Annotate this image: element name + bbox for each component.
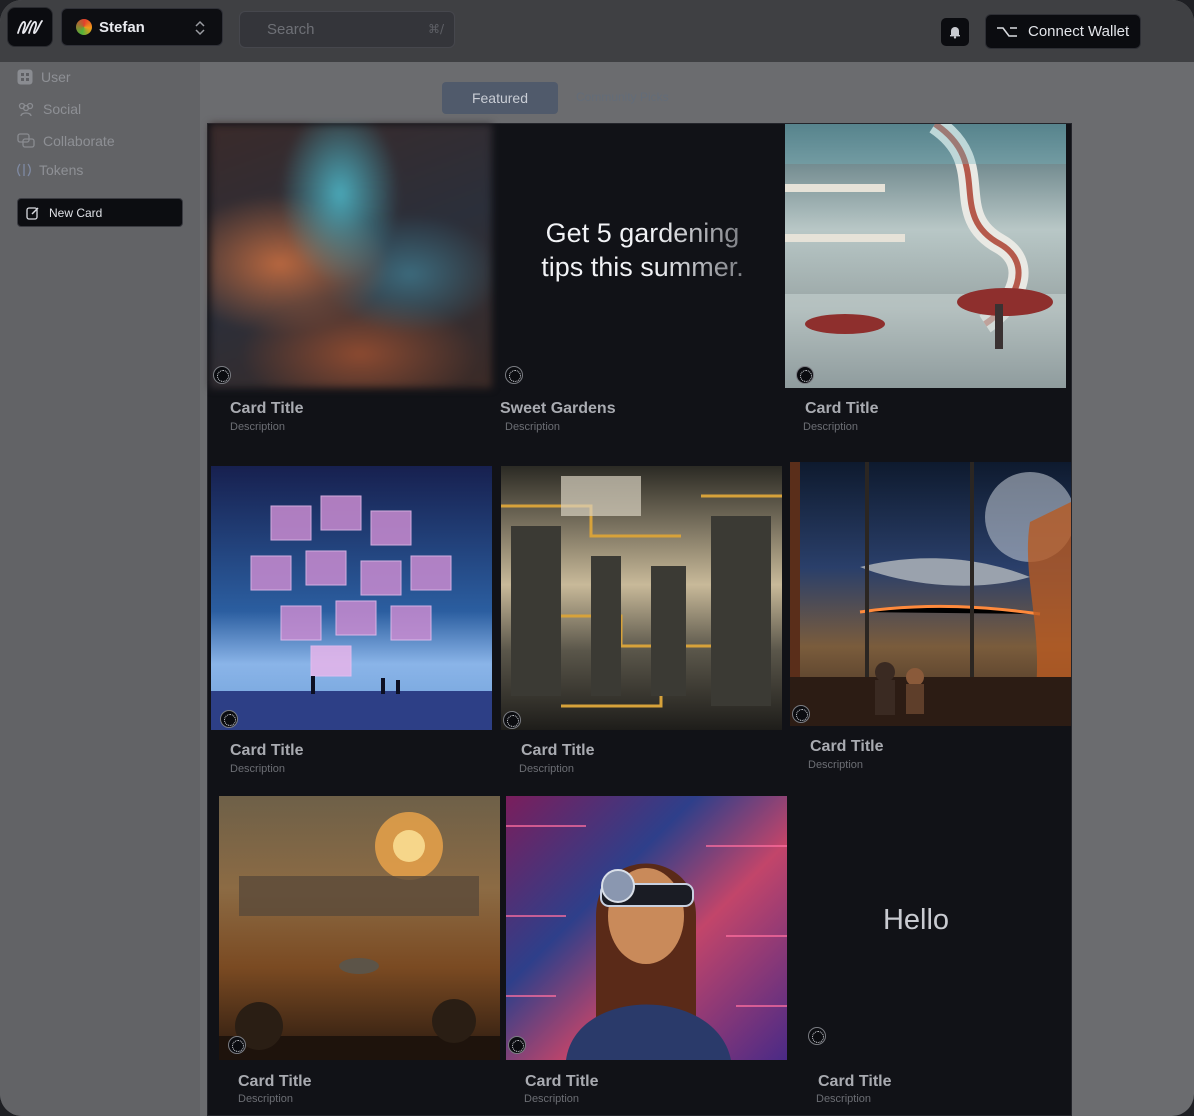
- card-description: Description: [230, 763, 286, 775]
- card-description: Description: [519, 763, 575, 775]
- creator-badge-icon: [792, 705, 810, 723]
- card-title: Sweet Gardens: [500, 400, 616, 417]
- card-title: Card Title: [230, 742, 304, 759]
- tab-featured-label: Featured: [471, 90, 529, 106]
- tokens-icon: [17, 163, 31, 177]
- creator-badge-icon: [228, 1036, 246, 1054]
- sidebar-item-user[interactable]: User: [17, 66, 71, 88]
- card-overlay-text: Get 5 gardening tips this summer.: [530, 216, 755, 284]
- card-image: [210, 124, 492, 388]
- card[interactable]: Card Title Description: [208, 466, 498, 796]
- search-shortcut: ⌘/: [427, 22, 444, 36]
- option-key-icon: [997, 26, 1017, 37]
- sidebar-item-label: Tokens: [39, 162, 84, 178]
- creator-badge-icon: [503, 711, 521, 729]
- logo-icon: [17, 20, 43, 34]
- tab-secondary[interactable]: Community Picks: [576, 90, 688, 106]
- card-image: [501, 466, 782, 730]
- card[interactable]: Get 5 gardening tips this summer. Sweet …: [500, 124, 785, 464]
- card-description: Description: [505, 421, 561, 433]
- card-description: Description: [230, 421, 286, 433]
- account-avatar: [76, 19, 92, 35]
- card-description: Description: [808, 759, 864, 771]
- card[interactable]: Card Title Description: [790, 462, 1072, 796]
- grid-icon: [17, 69, 33, 85]
- connect-wallet-button[interactable]: Connect Wallet: [985, 14, 1141, 49]
- creator-badge-icon: [213, 366, 231, 384]
- card-title: Card Title: [238, 1073, 312, 1090]
- sidebar-item-tokens[interactable]: Tokens: [17, 159, 83, 181]
- tab-featured[interactable]: Featured: [442, 82, 558, 114]
- card-image: [219, 796, 500, 1060]
- sidebar-item-social[interactable]: Social: [17, 98, 81, 120]
- creator-badge-icon: [220, 710, 238, 728]
- new-card-label: New Card: [49, 205, 103, 220]
- card[interactable]: Card Title Description: [500, 466, 785, 796]
- card-description: Description: [524, 1093, 580, 1105]
- search-input[interactable]: [267, 21, 417, 38]
- card-title: Card Title: [230, 400, 304, 417]
- search-box[interactable]: ⌘/: [239, 11, 455, 48]
- notifications-button[interactable]: [941, 18, 969, 46]
- sidebar-item-collaborate[interactable]: Collaborate: [17, 130, 115, 152]
- chat-icon: [17, 133, 35, 148]
- card[interactable]: Card Title Description: [208, 796, 503, 1116]
- sidebar-item-label: Social: [43, 101, 82, 117]
- card-title: Card Title: [810, 738, 884, 755]
- edit-icon: [26, 206, 39, 220]
- sidebar: User Social Collaborate Tokens New Card: [0, 62, 200, 1116]
- card-gallery: Card Title Description Get 5 gardening t…: [207, 123, 1072, 1116]
- creator-badge-icon: [796, 366, 814, 384]
- creator-badge-icon: [508, 1036, 526, 1054]
- card[interactable]: Card Title Description: [505, 796, 791, 1116]
- sidebar-item-label: User: [41, 69, 71, 85]
- sidebar-item-label: Collaborate: [43, 133, 115, 149]
- users-icon: [18, 102, 34, 117]
- card-description: Description: [816, 1093, 872, 1105]
- chevron-updown-icon: [195, 20, 205, 36]
- card-title: Card Title: [521, 742, 595, 759]
- card[interactable]: Card Title Description: [208, 124, 498, 464]
- logo-button[interactable]: [7, 7, 53, 47]
- card-image: [790, 462, 1071, 726]
- bell-icon: [950, 27, 960, 39]
- card-image: [785, 124, 1066, 388]
- connect-wallet-label: Connect Wallet: [1028, 23, 1130, 40]
- card-overlay-text: Hello: [882, 904, 950, 936]
- card-description: Description: [803, 421, 859, 433]
- top-bar: Stefan ⌘/ Connect Wallet: [0, 0, 1194, 62]
- new-card-button[interactable]: New Card: [17, 198, 183, 227]
- card-description: Description: [238, 1093, 294, 1105]
- card-title: Card Title: [525, 1073, 599, 1090]
- app-window: Stefan ⌘/ Connect Wallet: [0, 0, 1194, 1116]
- card[interactable]: Hello Card Title Description: [791, 796, 1071, 1116]
- card[interactable]: Card Title Description: [785, 124, 1071, 464]
- account-switcher[interactable]: Stefan: [61, 8, 223, 46]
- card-image: [506, 796, 787, 1060]
- creator-badge-icon: [505, 366, 523, 384]
- card-title: Card Title: [818, 1073, 892, 1090]
- account-name: Stefan: [99, 18, 145, 36]
- creator-badge-icon: [808, 1027, 826, 1045]
- card-image: [211, 466, 492, 730]
- card-title: Card Title: [805, 400, 879, 417]
